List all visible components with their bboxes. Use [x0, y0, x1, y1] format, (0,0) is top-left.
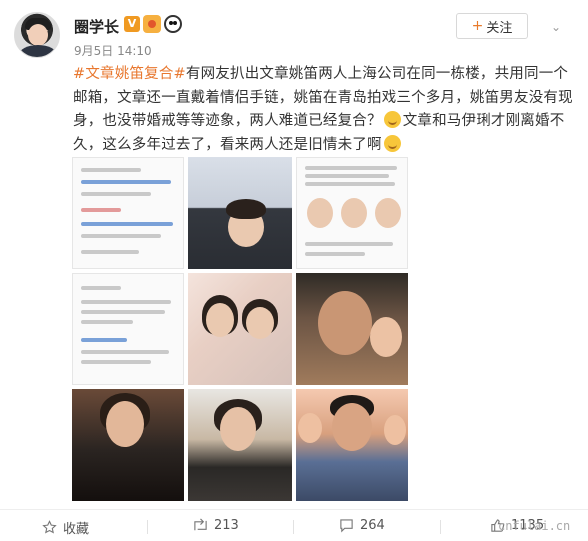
grid-image[interactable]	[188, 157, 292, 269]
avatar[interactable]	[14, 12, 60, 58]
watermark: cnfulai.cn	[498, 519, 571, 533]
hashtag-link[interactable]: #文章姚笛复合#	[73, 66, 186, 82]
grid-image[interactable]	[296, 157, 408, 269]
thinking-face-icon	[383, 134, 401, 152]
panda-badge-icon	[164, 15, 182, 33]
grid-image[interactable]	[72, 157, 184, 269]
username[interactable]: 圈学长	[74, 16, 119, 37]
favorite-button[interactable]: 收藏	[42, 518, 89, 537]
grid-image[interactable]	[72, 389, 184, 501]
grid-image[interactable]	[72, 273, 184, 385]
comment-icon	[340, 519, 353, 533]
plus-icon: +	[471, 18, 484, 34]
repost-count: 213	[214, 518, 239, 533]
repost-icon	[194, 518, 207, 531]
favorite-label: 收藏	[63, 522, 90, 537]
chevron-down-icon[interactable]: ⌄	[536, 20, 576, 40]
comment-button[interactable]: 264	[339, 518, 385, 533]
post-text: #文章姚笛复合#有网友扒出文章姚笛两人上海公司在同一栋楼，共用同一个邮箱，文章还…	[73, 63, 573, 157]
follow-button[interactable]: + 关注	[456, 13, 528, 39]
star-icon	[42, 520, 57, 534]
comment-count: 264	[360, 518, 385, 533]
post-time: 9月5日 14:10	[74, 44, 152, 58]
grid-image[interactable]	[296, 273, 408, 385]
vip-badge-icon	[143, 15, 161, 33]
grid-image[interactable]	[296, 389, 408, 501]
thinking-face-icon	[383, 111, 401, 128]
grid-image[interactable]	[188, 273, 292, 385]
verified-badge-icon: V	[124, 16, 140, 32]
repost-button[interactable]: 213	[193, 518, 239, 533]
grid-image[interactable]	[188, 389, 292, 501]
weibo-post-card: 圈学长 V 9月5日 14:10 + 关注 ⌄ #文章姚笛复合#有网友扒出文章姚…	[0, 0, 588, 541]
follow-label: 关注	[486, 20, 513, 36]
